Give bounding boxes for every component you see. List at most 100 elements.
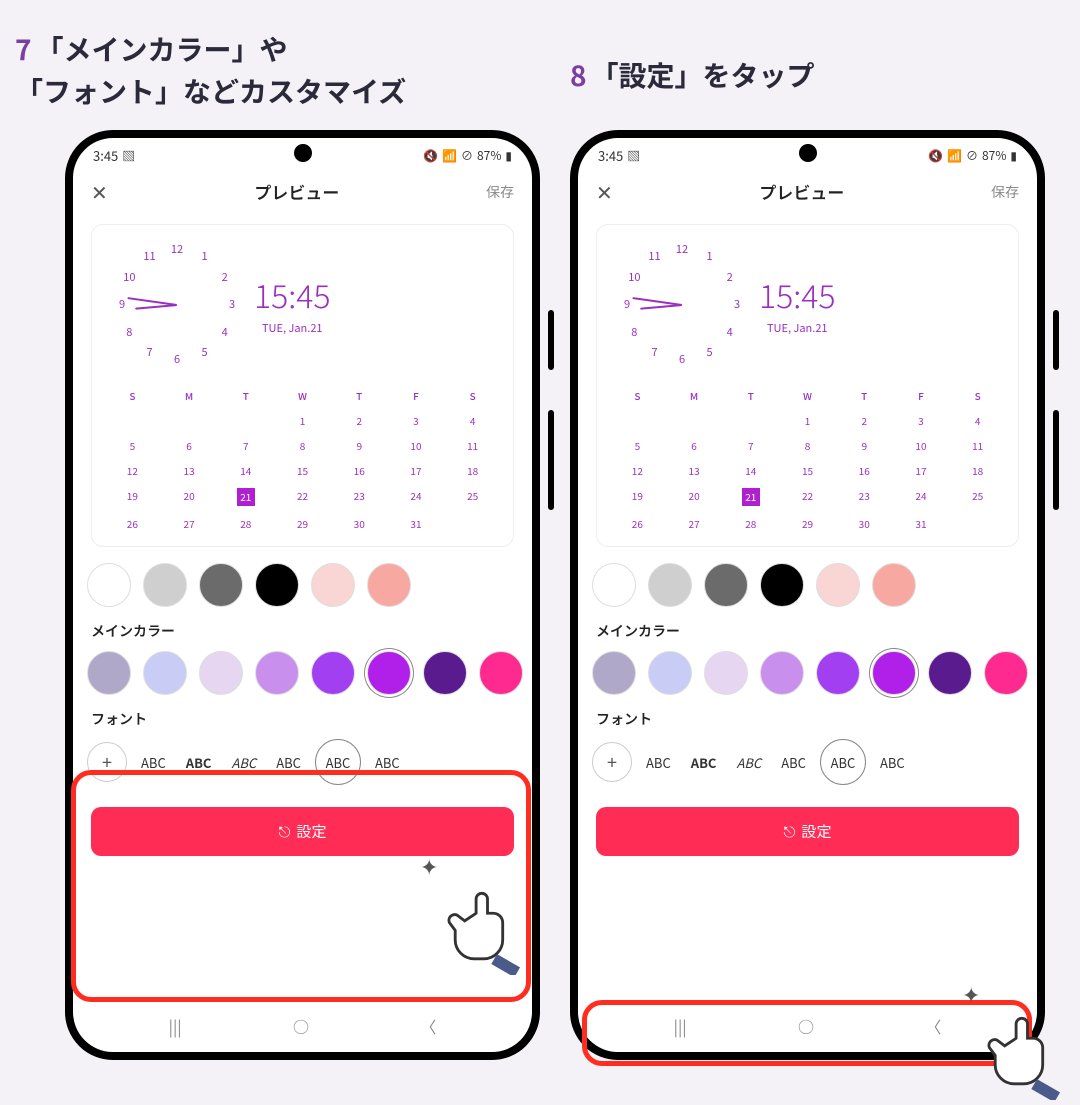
bg-color-swatch[interactable] [760,563,804,607]
cal-date[interactable]: 12 [104,458,161,483]
cal-date[interactable]: 7 [217,433,274,458]
cal-date[interactable]: 19 [104,483,161,511]
bg-color-swatch[interactable] [87,563,131,607]
bg-color-swatch[interactable] [311,563,355,607]
cal-date[interactable]: 23 [331,483,388,511]
recent-icon[interactable]: ||| [674,1014,687,1038]
main-color-swatch[interactable] [760,651,804,695]
back-icon[interactable]: 〈 [925,1014,941,1038]
main-color-swatch[interactable] [648,651,692,695]
cal-date[interactable] [217,408,274,433]
main-color-swatch[interactable] [592,651,636,695]
cal-date[interactable]: 16 [836,458,893,483]
cal-date[interactable]: 13 [666,458,723,483]
close-icon[interactable]: ✕ [596,177,613,206]
cal-date[interactable]: 14 [217,458,274,483]
cal-date[interactable]: 12 [609,458,666,483]
cal-date[interactable]: 2 [331,408,388,433]
cal-date[interactable]: 24 [893,483,950,511]
main-color-swatch[interactable] [255,651,299,695]
cal-date[interactable]: 16 [331,458,388,483]
cal-date[interactable]: 3 [893,408,950,433]
font-option[interactable]: ABC [135,753,172,772]
cal-date[interactable]: 11 [444,433,501,458]
cal-date[interactable]: 26 [104,511,161,536]
cal-date[interactable] [949,511,1006,536]
cal-date[interactable]: 25 [949,483,1006,511]
main-color-swatch[interactable] [928,651,972,695]
cal-date[interactable]: 8 [779,433,836,458]
cal-date[interactable]: 24 [388,483,445,511]
bg-color-swatch[interactable] [648,563,692,607]
main-color-swatch[interactable] [87,651,131,695]
cal-date[interactable]: 5 [104,433,161,458]
bg-color-swatch[interactable] [872,563,916,607]
save-button[interactable]: 保存 [486,182,514,202]
cal-date[interactable]: 20 [161,483,218,511]
set-button[interactable]: ⎋設定 [91,807,514,856]
bg-color-swatch[interactable] [816,563,860,607]
cal-date[interactable]: 28 [722,511,779,536]
cal-date[interactable]: 15 [779,458,836,483]
cal-date[interactable]: 4 [949,408,1006,433]
cal-date[interactable]: 18 [444,458,501,483]
font-option[interactable]: ABC [180,753,218,772]
cal-date[interactable]: 31 [893,511,950,536]
main-color-swatch[interactable] [423,651,467,695]
cal-date[interactable]: 1 [274,408,331,433]
cal-date[interactable] [161,408,218,433]
cal-date[interactable]: 1 [779,408,836,433]
font-option[interactable]: ABC [730,753,767,772]
back-icon[interactable]: 〈 [420,1014,436,1038]
cal-date[interactable]: 17 [388,458,445,483]
cal-date[interactable]: 13 [161,458,218,483]
cal-date[interactable]: 6 [161,433,218,458]
main-color-swatch[interactable] [479,651,523,695]
cal-date[interactable]: 20 [666,483,723,511]
cal-date[interactable]: 21 [722,483,779,511]
main-color-swatch[interactable] [143,651,187,695]
bg-color-swatch[interactable] [199,563,243,607]
main-color-swatch[interactable] [816,651,860,695]
cal-date[interactable] [666,408,723,433]
set-button[interactable]: ⎋設定 [596,807,1019,856]
bg-color-swatch[interactable] [255,563,299,607]
font-option[interactable]: ABC [640,753,677,772]
cal-date[interactable]: 31 [388,511,445,536]
cal-date[interactable]: 30 [836,511,893,536]
cal-date[interactable]: 25 [444,483,501,511]
font-option[interactable]: ABC [874,753,911,772]
cal-date[interactable]: 15 [274,458,331,483]
main-color-swatch[interactable] [367,651,411,695]
main-color-swatch[interactable] [872,651,916,695]
cal-date[interactable] [444,511,501,536]
cal-date[interactable]: 27 [161,511,218,536]
cal-date[interactable]: 8 [274,433,331,458]
close-icon[interactable]: ✕ [91,177,108,206]
cal-date[interactable]: 29 [779,511,836,536]
cal-date[interactable]: 6 [666,433,723,458]
cal-date[interactable]: 9 [836,433,893,458]
cal-date[interactable] [104,408,161,433]
cal-date[interactable]: 2 [836,408,893,433]
font-option[interactable]: ABC [315,739,361,785]
main-color-swatch[interactable] [199,651,243,695]
home-icon[interactable]: ○ [293,1014,309,1038]
main-color-swatch[interactable] [984,651,1028,695]
cal-date[interactable]: 23 [836,483,893,511]
cal-date[interactable]: 10 [388,433,445,458]
cal-date[interactable]: 29 [274,511,331,536]
cal-date[interactable]: 22 [779,483,836,511]
bg-color-swatch[interactable] [704,563,748,607]
cal-date[interactable]: 18 [949,458,1006,483]
font-option[interactable]: ABC [820,739,866,785]
font-option[interactable]: ABC [225,753,262,772]
cal-date[interactable]: 7 [722,433,779,458]
cal-date[interactable]: 17 [893,458,950,483]
font-option[interactable]: ABC [685,753,723,772]
cal-date[interactable]: 3 [388,408,445,433]
font-add-button[interactable]: + [592,742,632,782]
cal-date[interactable]: 10 [893,433,950,458]
cal-date[interactable] [609,408,666,433]
font-option[interactable]: ABC [270,753,307,772]
